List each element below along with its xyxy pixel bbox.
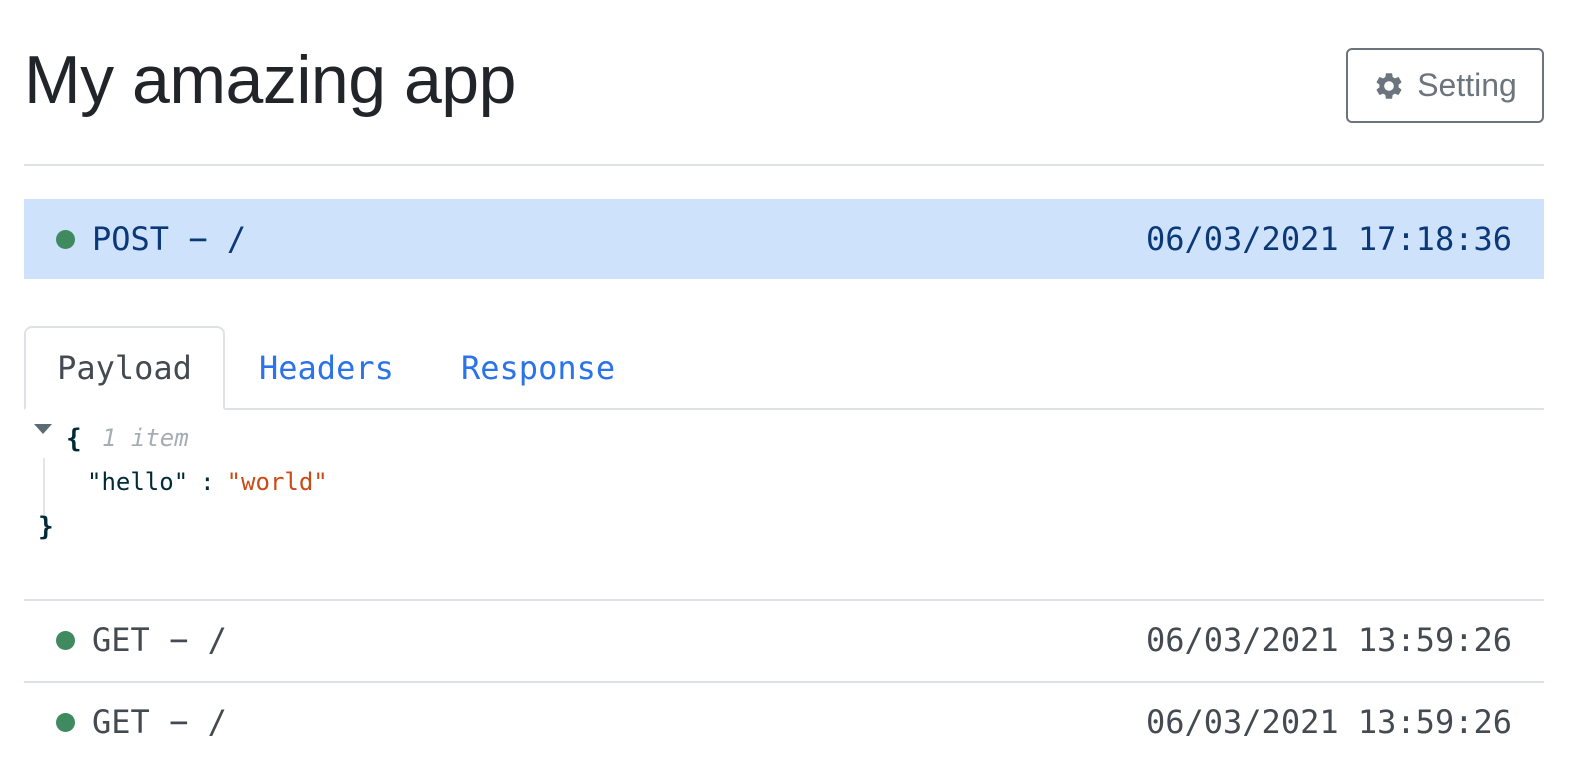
request-separator: − <box>169 703 189 741</box>
detail-tabs: Payload Headers Response <box>24 326 1544 410</box>
status-dot-icon <box>56 229 75 249</box>
request-method: GET <box>92 703 150 741</box>
collapse-triangle-icon[interactable] <box>34 424 52 434</box>
request-separator: − <box>188 220 208 258</box>
request-timestamp: 06/03/2021 13:59:26 <box>1145 703 1512 741</box>
json-colon: : <box>200 468 215 496</box>
json-entry: "hello": "world" <box>87 468 328 496</box>
tab-payload[interactable]: Payload <box>24 326 225 410</box>
request-timestamp: 06/03/2021 17:18:36 <box>1145 220 1512 258</box>
app-header: My amazing app Setting <box>24 0 1544 166</box>
json-item-count: 1 item <box>102 424 189 452</box>
status-dot-icon <box>56 712 75 732</box>
request-row[interactable]: GET − / 06/03/2021 13:59:26 <box>24 681 1544 761</box>
json-value: "world" <box>226 468 328 496</box>
request-row-active[interactable]: POST − / 06/03/2021 17:18:36 <box>24 199 1544 279</box>
request-method: GET <box>92 621 150 659</box>
tab-headers[interactable]: Headers <box>259 326 394 410</box>
request-method: POST <box>92 220 170 258</box>
page-title: My amazing app <box>24 42 516 118</box>
setting-button[interactable]: Setting <box>1346 48 1544 123</box>
request-row[interactable]: GET − / 06/03/2021 13:59:26 <box>24 599 1544 679</box>
json-indent-guide <box>43 458 45 520</box>
payload-json-viewer: { 1 item "hello": "world" } <box>34 418 834 558</box>
gear-icon <box>1373 70 1405 102</box>
app-page: My amazing app Setting POST − / 06/03/20… <box>0 0 1576 766</box>
request-summary: POST − / <box>56 220 246 258</box>
request-timestamp: 06/03/2021 13:59:26 <box>1145 621 1512 659</box>
request-summary: GET − / <box>56 703 227 741</box>
setting-button-label: Setting <box>1417 67 1517 103</box>
status-dot-icon <box>56 630 75 650</box>
request-separator: − <box>169 621 189 659</box>
request-path: / <box>207 621 227 659</box>
request-path: / <box>207 703 227 741</box>
json-close-brace: } <box>38 512 54 542</box>
json-key: "hello" <box>87 468 189 496</box>
tab-response[interactable]: Response <box>461 326 615 410</box>
request-path: / <box>226 220 247 258</box>
request-summary: GET − / <box>56 621 227 659</box>
json-open-brace: { <box>66 424 82 454</box>
